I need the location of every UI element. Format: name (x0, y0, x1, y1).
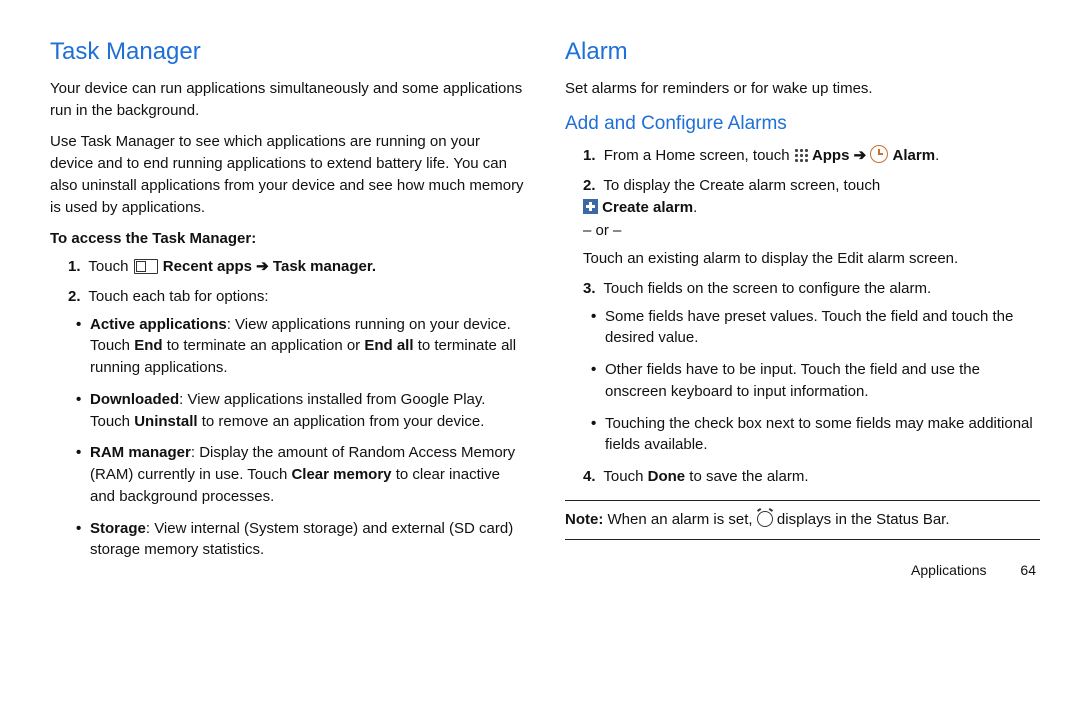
alarm-status-icon (757, 511, 773, 527)
tm-step-2: 2. Touch each tab for options: Active ap… (68, 286, 525, 561)
tm-step-1: 1. Touch Recent apps ➔ Task manager. (68, 256, 525, 278)
storage-label: Storage (90, 520, 146, 537)
task-manager-label: Task manager. (273, 258, 376, 275)
apps-grid-icon (794, 148, 808, 162)
step-number: 2. (583, 177, 596, 194)
tm-steps: 1. Touch Recent apps ➔ Task manager. 2. … (50, 256, 525, 561)
manual-page: Task Manager Your device can run applica… (0, 0, 1080, 720)
subheading-add-alarms: Add and Configure Alarms (565, 110, 1040, 138)
edit-alarm-text: Touch an existing alarm to display the E… (583, 248, 1040, 270)
alarm-step-3: 3. Touch fields on the screen to configu… (583, 278, 1040, 456)
downloaded-label: Downloaded (90, 391, 179, 408)
step-number: 1. (68, 258, 81, 275)
plus-icon (583, 199, 598, 214)
heading-task-manager: Task Manager (50, 35, 525, 70)
tm-subhead: To access the Task Manager: (50, 228, 525, 250)
list-item: Active applications: View applications r… (90, 314, 525, 379)
alarm-step-2: 2. To display the Create alarm screen, t… (583, 175, 1040, 270)
uninstall-label: Uninstall (134, 413, 197, 430)
alarm-intro: Set alarms for reminders or for wake up … (565, 78, 1040, 100)
arrow-icon: ➔ (854, 147, 867, 164)
ram-manager-label: RAM manager (90, 444, 191, 461)
heading-alarm: Alarm (565, 35, 1040, 70)
active-applications-label: Active applications (90, 316, 227, 333)
tm-intro-1: Your device can run applications simulta… (50, 78, 525, 122)
step-number: 1. (583, 147, 596, 164)
apps-label: Apps (812, 147, 850, 164)
end-label: End (134, 337, 162, 354)
end-all-label: End all (364, 337, 413, 354)
tm-tabs-list: Active applications: View applications r… (68, 314, 525, 562)
note-label: Note: (565, 511, 603, 528)
page-footer: Applications 64 (565, 560, 1040, 580)
list-item: Other fields have to be input. Touch the… (605, 359, 1040, 403)
text: Touch (88, 258, 132, 275)
clear-memory-label: Clear memory (291, 466, 391, 483)
recent-apps-icon (134, 259, 158, 274)
alarm-steps: 1. From a Home screen, touch Apps ➔ Alar… (565, 145, 1040, 488)
right-column: Alarm Set alarms for reminders or for wa… (545, 35, 1040, 700)
footer-section: Applications (911, 562, 987, 578)
recent-apps-label: Recent apps (163, 258, 252, 275)
text: Touch each tab for options: (88, 288, 268, 305)
list-item: Some fields have preset values. Touch th… (605, 306, 1040, 350)
page-number: 64 (1020, 562, 1036, 578)
tm-intro-2: Use Task Manager to see which applicatio… (50, 131, 525, 218)
arrow-icon: ➔ (256, 258, 269, 275)
clock-icon (870, 145, 888, 163)
list-item: Touching the check box next to some fiel… (605, 413, 1040, 457)
step-number: 2. (68, 288, 81, 305)
alarm-step-4: 4. Touch Done to save the alarm. (583, 466, 1040, 488)
list-item: Storage: View internal (System storage) … (90, 518, 525, 562)
step-number: 4. (583, 468, 596, 485)
left-column: Task Manager Your device can run applica… (50, 35, 545, 700)
create-alarm-label: Create alarm (602, 199, 693, 216)
alarm-config-list: Some fields have preset values. Touch th… (583, 306, 1040, 457)
step-number: 3. (583, 280, 596, 297)
or-divider: – or – (583, 220, 1040, 242)
alarm-step-1: 1. From a Home screen, touch Apps ➔ Alar… (583, 145, 1040, 167)
list-item: Downloaded: View applications installed … (90, 389, 525, 433)
list-item: RAM manager: Display the amount of Rando… (90, 442, 525, 507)
done-label: Done (648, 468, 686, 485)
note-block: Note: When an alarm is set, displays in … (565, 500, 1040, 540)
alarm-label: Alarm (893, 147, 936, 164)
